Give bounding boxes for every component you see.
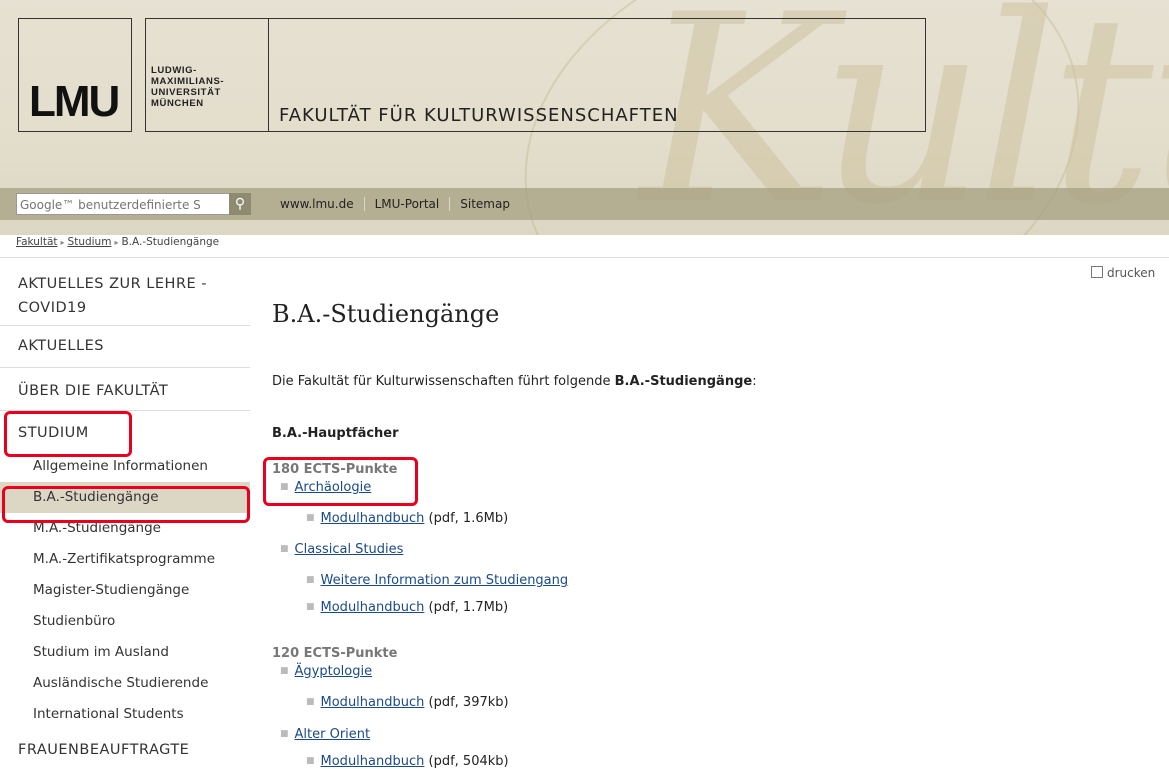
ects-heading-120: 120 ECTS-Punkte	[272, 646, 398, 661]
modulhandbuch-link[interactable]: Modulhandbuch	[321, 600, 425, 615]
header-divider	[0, 257, 1169, 258]
print-icon	[1091, 266, 1103, 278]
main-content: B.A.-Studiengänge	[272, 300, 1152, 328]
nav-link-portal[interactable]: LMU-Portal	[365, 197, 451, 211]
faculty-title: FAKULTÄT FÜR KULTURWISSENSCHAFTEN	[279, 105, 679, 126]
sidebar-item-ueber-die-fakultaet[interactable]: ÜBER DIE FAKULTÄT	[0, 368, 250, 411]
subject-link-alter-orient[interactable]: Alter Orient	[295, 727, 371, 742]
list-item-alter-orient: ■ Alter Orient	[280, 727, 370, 742]
list-item-aegyptologie: ■ Ägyptologie	[280, 664, 372, 679]
intro-paragraph: Die Fakultät für Kulturwissenschaften fü…	[272, 374, 757, 389]
top-nav-bar: ⚲ www.lmu.de LMU-Portal Sitemap	[0, 188, 1169, 220]
sidebar-item-covid19[interactable]: AKTUELLES ZUR LEHRE - COVID19	[0, 260, 250, 326]
sidebar-item-frauenbeauftragte[interactable]: FRAUENBEAUFTRAGTE	[0, 730, 250, 760]
bullet-icon: ■	[306, 513, 315, 523]
nav-link-sitemap[interactable]: Sitemap	[450, 197, 520, 211]
intro-end: :	[752, 374, 757, 389]
subject-link-archaeologie[interactable]: Archäologie	[295, 480, 372, 495]
sidebar-subitem-international-students[interactable]: International Students	[0, 699, 250, 730]
search-input[interactable]	[17, 196, 225, 214]
sidebar-subitem-ma-studiengaenge[interactable]: M.A.-Studiengänge	[0, 513, 250, 544]
page-title: B.A.-Studiengänge	[272, 300, 500, 328]
section-heading: B.A.-Hauptfächer	[272, 426, 399, 441]
breadcrumb-arrow-icon: ▸	[60, 238, 65, 247]
list-item-modulhandbuch: ■ Modulhandbuch (pdf, 1.7Mb)	[306, 600, 508, 615]
sidebar-subitem-ma-zertifikatsprogramme[interactable]: M.A.-Zertifikatsprogramme	[0, 544, 250, 575]
subject-link-aegyptologie[interactable]: Ägyptologie	[295, 664, 373, 679]
bullet-icon: ■	[306, 756, 315, 766]
bullet-icon: ■	[280, 666, 289, 676]
search-box	[16, 193, 230, 215]
logo-text: LMU	[29, 77, 120, 126]
nav-link-lmu[interactable]: www.lmu.de	[270, 197, 365, 211]
sidebar-subitem-magister-studiengaenge[interactable]: Magister-Studiengänge	[0, 575, 250, 606]
breadcrumb-item-fakultaet[interactable]: Fakultät	[16, 236, 58, 248]
sidebar-subitem-allgemeine-informationen[interactable]: Allgemeine Informationen	[0, 451, 250, 482]
bullet-icon: ■	[280, 729, 289, 739]
bullet-icon: ■	[280, 482, 289, 492]
weitere-information-link[interactable]: Weitere Information zum Studiengang	[321, 573, 569, 588]
university-name: LUDWIG- MAXIMILIANS- UNIVERSITÄT MÜNCHEN	[151, 65, 225, 109]
file-info: (pdf, 397kb)	[424, 695, 509, 710]
lmu-logo[interactable]: LMU	[18, 18, 132, 132]
list-item-weitere-information: ■ Weitere Information zum Studiengang	[306, 573, 568, 588]
faculty-title-box: FAKULTÄT FÜR KULTURWISSENSCHAFTEN	[268, 18, 926, 132]
bullet-icon: ■	[306, 602, 315, 612]
search-icon: ⚲	[234, 196, 246, 212]
bullet-icon: ■	[280, 544, 289, 554]
modulhandbuch-link[interactable]: Modulhandbuch	[321, 695, 425, 710]
breadcrumb: Fakultät ▸ Studium ▸ B.A.-Studiengänge	[16, 236, 219, 248]
sidebar-item-aktuelles[interactable]: AKTUELLES	[0, 326, 250, 368]
bullet-icon: ■	[306, 697, 315, 707]
top-nav-links: www.lmu.de LMU-Portal Sitemap	[270, 188, 520, 220]
file-info: (pdf, 1.6Mb)	[424, 511, 509, 526]
list-item-modulhandbuch: ■ Modulhandbuch (pdf, 1.6Mb)	[306, 511, 508, 526]
sidebar-subitem-ba-studiengaenge[interactable]: B.A.-Studiengänge	[0, 482, 250, 513]
sidebar-nav: AKTUELLES ZUR LEHRE - COVID19 AKTUELLES …	[0, 260, 250, 760]
list-item-archaeologie: ■ Archäologie	[280, 480, 371, 495]
sidebar-subitem-auslaendische-studierende[interactable]: Ausländische Studierende	[0, 668, 250, 699]
sidebar-item-studium[interactable]: STUDIUM	[0, 411, 250, 451]
file-info: (pdf, 1.7Mb)	[424, 600, 509, 615]
search-button[interactable]: ⚲	[229, 193, 251, 215]
intro-text: Die Fakultät für Kulturwissenschaften fü…	[272, 374, 615, 389]
list-item-classical-studies: ■ Classical Studies	[280, 542, 403, 557]
breadcrumb-arrow-icon: ▸	[114, 238, 119, 247]
intro-bold: B.A.-Studiengänge	[614, 374, 753, 389]
print-link[interactable]: drucken	[1091, 266, 1155, 280]
bullet-icon: ■	[306, 575, 315, 585]
ects-heading-180: 180 ECTS-Punkte	[272, 462, 398, 477]
sidebar-subitem-studium-im-ausland[interactable]: Studium im Ausland	[0, 637, 250, 668]
sidebar-subitem-studienbuero[interactable]: Studienbüro	[0, 606, 250, 637]
subject-link-classical-studies[interactable]: Classical Studies	[295, 542, 404, 557]
breadcrumb-current: B.A.-Studiengänge	[121, 236, 220, 248]
breadcrumb-item-studium[interactable]: Studium	[68, 236, 112, 248]
print-label: drucken	[1107, 266, 1156, 280]
modulhandbuch-link[interactable]: Modulhandbuch	[321, 511, 425, 526]
university-name-box: LUDWIG- MAXIMILIANS- UNIVERSITÄT MÜNCHEN	[145, 18, 269, 132]
list-item-modulhandbuch: ■ Modulhandbuch (pdf, 397kb)	[306, 695, 509, 710]
